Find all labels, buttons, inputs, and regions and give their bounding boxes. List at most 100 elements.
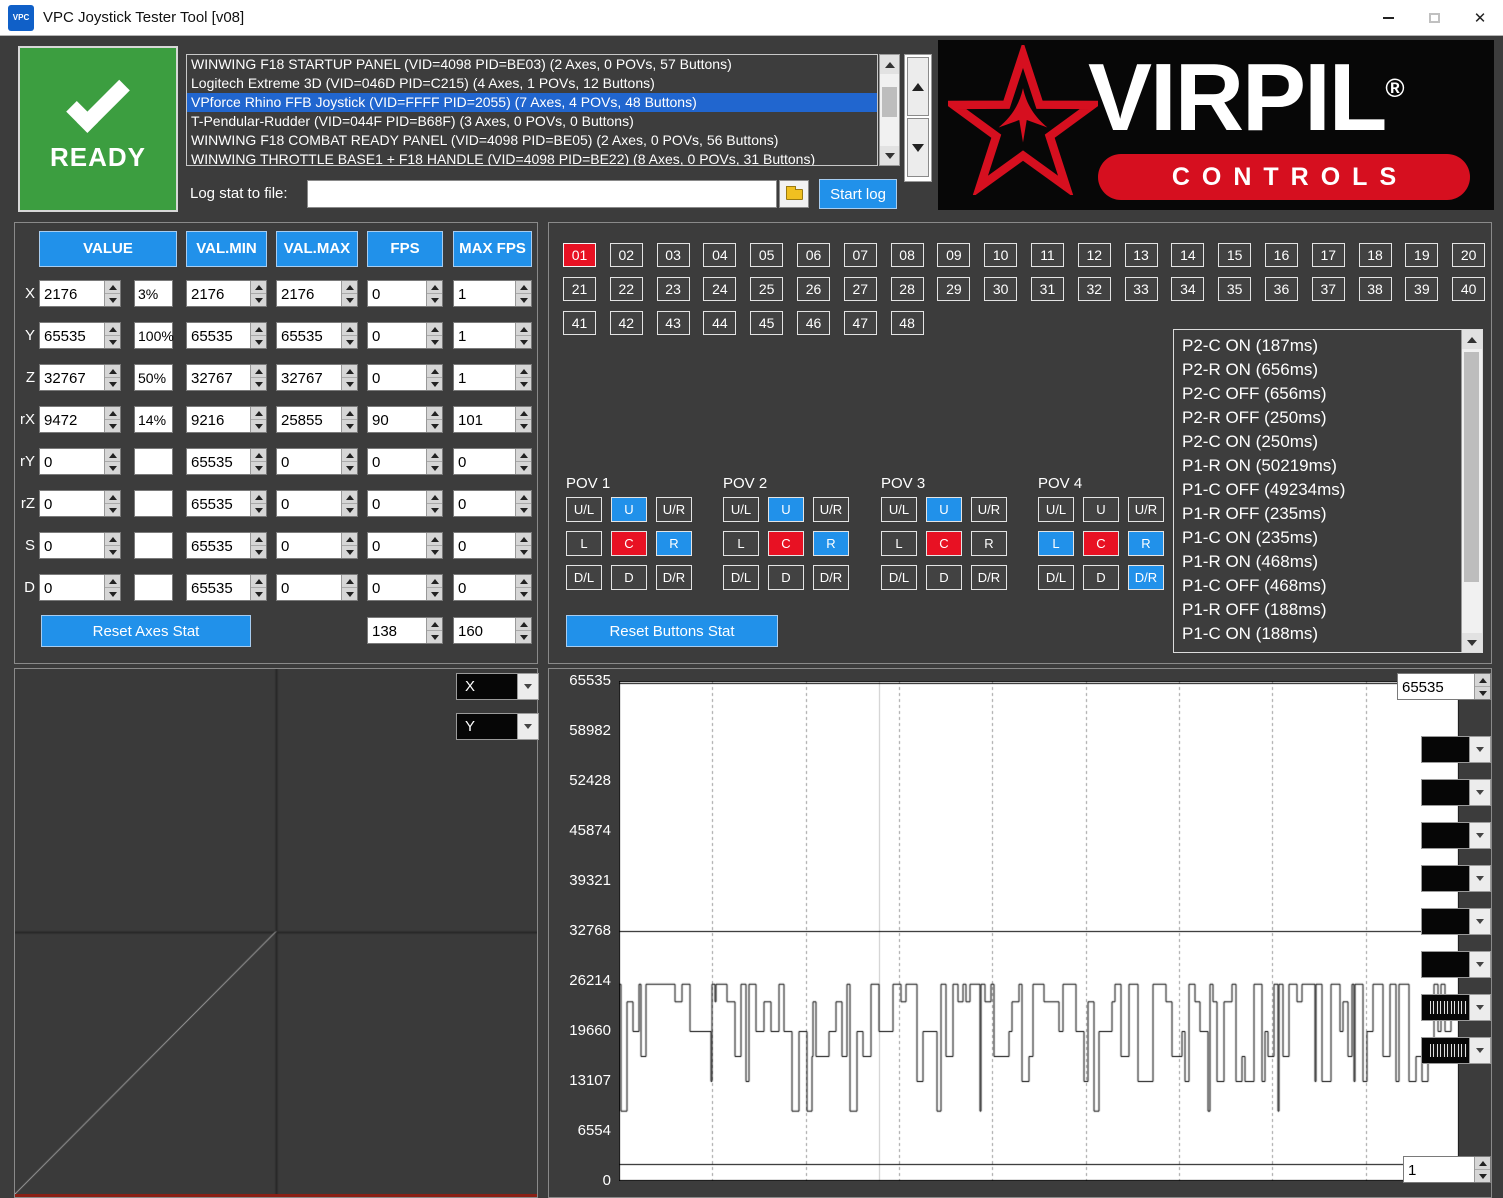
axis-rY-min-down-icon[interactable] — [251, 462, 266, 474]
axis-rX-max[interactable]: 25855 — [276, 406, 358, 433]
axis-rZ-fps-up-icon[interactable] — [427, 491, 442, 504]
axis-S-fps-up-icon[interactable] — [427, 533, 442, 546]
axis-Z-maxfps-up-icon[interactable] — [516, 365, 531, 378]
axis-rX-max-up-icon[interactable] — [342, 407, 357, 420]
trace-select-1-dropdown-icon[interactable] — [1469, 737, 1490, 762]
axis-rZ-fps[interactable]: 0 — [367, 490, 443, 517]
axis-rX-min-up-icon[interactable] — [251, 407, 266, 420]
trace-select-8[interactable] — [1421, 1037, 1491, 1064]
trace-select-5-dropdown-icon[interactable] — [1469, 909, 1490, 934]
axis-X-maxfps-up-icon[interactable] — [516, 281, 531, 294]
reset-buttons-stat-button[interactable]: Reset Buttons Stat — [566, 615, 778, 647]
axis-D-maxfps[interactable]: 0 — [453, 574, 532, 601]
updown-down-button[interactable] — [907, 118, 929, 177]
trace-select-6[interactable] — [1421, 951, 1491, 978]
browse-folder-button[interactable] — [779, 180, 809, 208]
axis-X-fps-up-icon[interactable] — [427, 281, 442, 294]
axis-X-fps-down-icon[interactable] — [427, 294, 442, 306]
axis-D-value[interactable]: 0 — [39, 574, 121, 601]
scroll-up-icon[interactable] — [1462, 330, 1482, 349]
device-list-item[interactable]: WINWING THROTTLE BASE1 + F18 HANDLE (VID… — [187, 150, 877, 165]
axis-S-value-up-icon[interactable] — [105, 533, 120, 546]
axis-S-max[interactable]: 0 — [276, 532, 358, 559]
axis-X-fps[interactable]: 0 — [367, 280, 443, 307]
header-value[interactable]: VALUE — [39, 231, 177, 267]
axis-Z-maxfps[interactable]: 1 — [453, 364, 532, 391]
axis-rZ-value-up-icon[interactable] — [105, 491, 120, 504]
chart-time-spinner[interactable]: 1 — [1403, 1156, 1491, 1183]
axis-S-min-up-icon[interactable] — [251, 533, 266, 546]
axis-Y-min-up-icon[interactable] — [251, 323, 266, 336]
axis-Y-value-down-icon[interactable] — [105, 336, 120, 348]
axis-rY-max-up-icon[interactable] — [342, 449, 357, 462]
axis-Z-maxfps-down-icon[interactable] — [516, 378, 531, 390]
axis-Y-maxfps-up-icon[interactable] — [516, 323, 531, 336]
axis-rY-max-down-icon[interactable] — [342, 462, 357, 474]
axis-Z-min[interactable]: 32767 — [186, 364, 267, 391]
axis-S-fps-down-icon[interactable] — [427, 546, 442, 558]
axis-D-min[interactable]: 65535 — [186, 574, 267, 601]
header-val-min[interactable]: VAL.MIN — [186, 231, 267, 267]
trace-select-4-dropdown-icon[interactable] — [1469, 866, 1490, 891]
axis-X-maxfps-down-icon[interactable] — [516, 294, 531, 306]
axis-X-max-up-icon[interactable] — [342, 281, 357, 294]
chart-time-spinner-up-icon[interactable] — [1475, 1157, 1490, 1170]
maximize-button[interactable] — [1411, 0, 1457, 36]
total-max-fps-spinner-down-icon[interactable] — [516, 631, 531, 643]
axis-Z-value[interactable]: 32767 — [39, 364, 121, 391]
axis-S-maxfps-up-icon[interactable] — [516, 533, 531, 546]
axis-rX-value-up-icon[interactable] — [105, 407, 120, 420]
scroll-up-icon[interactable] — [880, 55, 899, 74]
trace-select-2[interactable] — [1421, 779, 1491, 806]
axis-rX-value-down-icon[interactable] — [105, 420, 120, 432]
axis-rY-fps-down-icon[interactable] — [427, 462, 442, 474]
axis-rY-value-down-icon[interactable] — [105, 462, 120, 474]
axis-S-maxfps[interactable]: 0 — [453, 532, 532, 559]
axis-rX-fps[interactable]: 90 — [367, 406, 443, 433]
axis-rZ-maxfps-up-icon[interactable] — [516, 491, 531, 504]
axis-rY-maxfps-down-icon[interactable] — [516, 462, 531, 474]
axis-X-min-up-icon[interactable] — [251, 281, 266, 294]
axis-rX-min-down-icon[interactable] — [251, 420, 266, 432]
chart-time-spinner-down-icon[interactable] — [1475, 1170, 1490, 1182]
axis-rX-value[interactable]: 9472 — [39, 406, 121, 433]
device-list-item[interactable]: WINWING F18 COMBAT READY PANEL (VID=4098… — [187, 131, 877, 150]
axis-X-max-down-icon[interactable] — [342, 294, 357, 306]
axis-rX-maxfps-down-icon[interactable] — [516, 420, 531, 432]
trace-select-7-dropdown-icon[interactable] — [1469, 995, 1490, 1020]
axis-rY-max[interactable]: 0 — [276, 448, 358, 475]
xy-y-axis-select[interactable]: Y — [456, 713, 539, 740]
device-list-item[interactable]: WINWING F18 STARTUP PANEL (VID=4098 PID=… — [187, 55, 877, 74]
axis-X-maxfps[interactable]: 1 — [453, 280, 532, 307]
axis-D-min-down-icon[interactable] — [251, 588, 266, 600]
axis-rZ-min[interactable]: 65535 — [186, 490, 267, 517]
axis-rX-maxfps-up-icon[interactable] — [516, 407, 531, 420]
axis-rZ-max-down-icon[interactable] — [342, 504, 357, 516]
axis-D-value-up-icon[interactable] — [105, 575, 120, 588]
axis-Z-min-down-icon[interactable] — [251, 378, 266, 390]
axis-rX-fps-down-icon[interactable] — [427, 420, 442, 432]
trace-select-1[interactable] — [1421, 736, 1491, 763]
axis-S-value-down-icon[interactable] — [105, 546, 120, 558]
axis-Y-max[interactable]: 65535 — [276, 322, 358, 349]
trace-select-5[interactable] — [1421, 908, 1491, 935]
axis-Y-maxfps[interactable]: 1 — [453, 322, 532, 349]
axis-rX-min[interactable]: 9216 — [186, 406, 267, 433]
axis-D-fps-up-icon[interactable] — [427, 575, 442, 588]
axis-D-value-down-icon[interactable] — [105, 588, 120, 600]
axis-D-max-down-icon[interactable] — [342, 588, 357, 600]
axis-X-value-up-icon[interactable] — [105, 281, 120, 294]
axis-Z-fps[interactable]: 0 — [367, 364, 443, 391]
axis-X-min[interactable]: 2176 — [186, 280, 267, 307]
axis-D-fps[interactable]: 0 — [367, 574, 443, 601]
axis-S-fps[interactable]: 0 — [367, 532, 443, 559]
axis-X-value[interactable]: 2176 — [39, 280, 121, 307]
trace-select-7[interactable] — [1421, 994, 1491, 1021]
axis-rZ-max-up-icon[interactable] — [342, 491, 357, 504]
axis-D-maxfps-down-icon[interactable] — [516, 588, 531, 600]
header-max-fps[interactable]: MAX FPS — [453, 231, 532, 267]
axis-rY-min-up-icon[interactable] — [251, 449, 266, 462]
axis-rX-maxfps[interactable]: 101 — [453, 406, 532, 433]
total-fps-spinner[interactable]: 138 — [367, 617, 443, 644]
axis-Z-min-up-icon[interactable] — [251, 365, 266, 378]
